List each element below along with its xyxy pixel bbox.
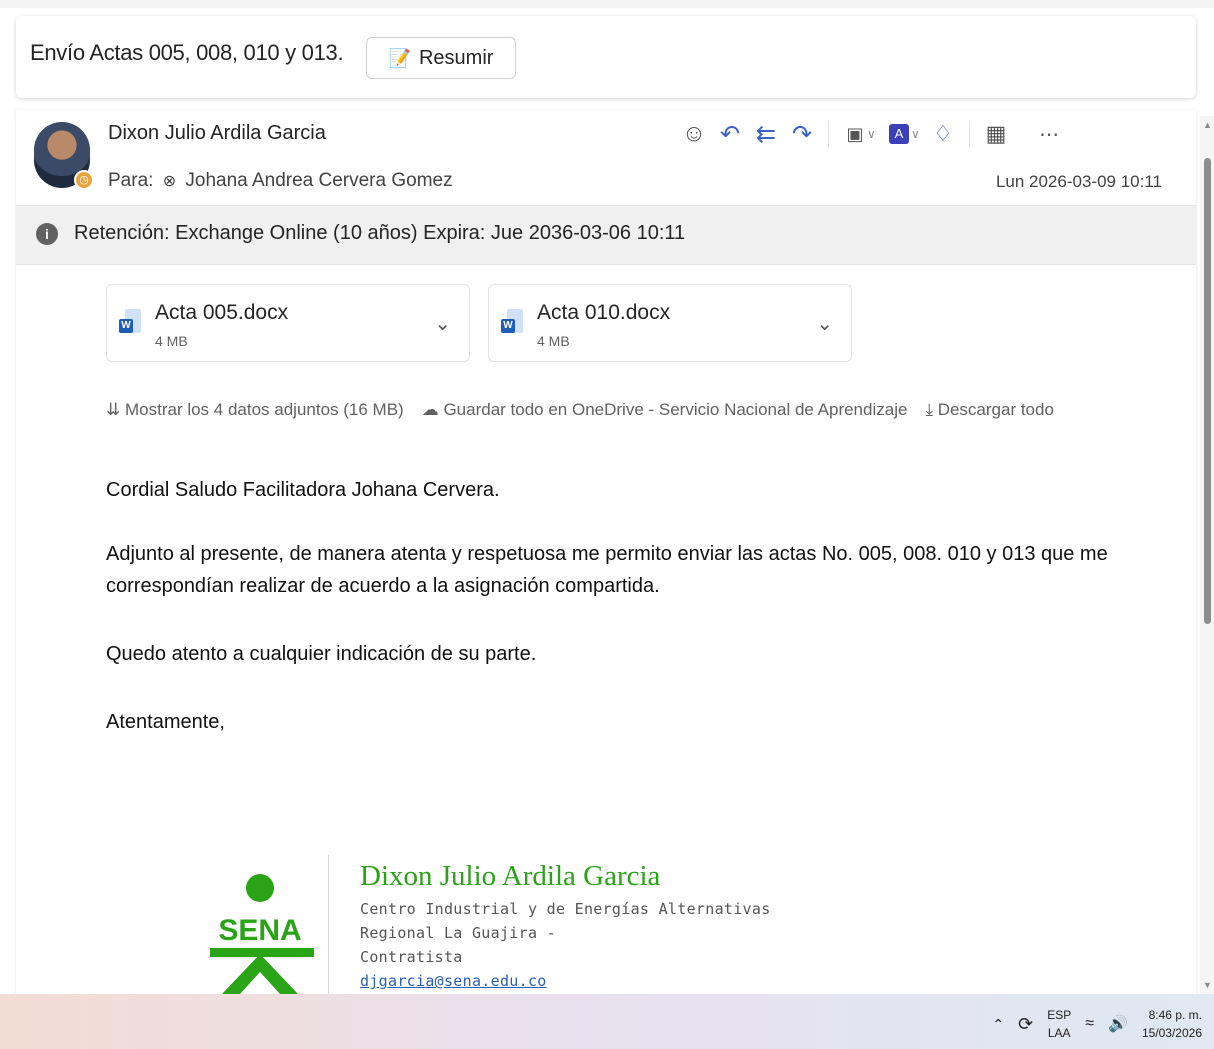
chevron-down-icon[interactable]: ∨ (911, 127, 925, 141)
save-onedrive-label: Guardar todo en OneDrive - Servicio Naci… (443, 400, 908, 419)
message-date: Lun 2026-03-09 10:11 (995, 172, 1162, 191)
chevron-down-icon[interactable]: ⌄ (816, 311, 833, 336)
attachment-actions: ⇊ Mostrar los 4 datos adjuntos (16 MB) ☁… (106, 400, 1054, 420)
system-tray: ⌃ ⟳ ESP LAA ≈ 🔊 8:46 p. m. 15/03/2026 (992, 1006, 1202, 1042)
word-file-icon: W (501, 309, 523, 337)
attachment-size: 4 MB (537, 333, 570, 349)
scrollbar[interactable]: ▲ ▼ (1200, 116, 1214, 994)
taskbar: ⌃ ⟳ ESP LAA ≈ 🔊 8:46 p. m. 15/03/2026 (0, 994, 1214, 1049)
emoji-reaction-icon[interactable]: ☺ (676, 116, 712, 152)
recipient-remove-icon[interactable]: ⊗ (163, 173, 176, 190)
signature-divider (328, 855, 329, 994)
body-sign-off: Atentamente, (106, 711, 225, 733)
retention-banner: i Retención: Exchange Online (10 años) E… (16, 205, 1196, 265)
double-chevron-down-icon: ⇊ (106, 400, 121, 419)
toolbar-divider (828, 121, 829, 147)
loop-icon[interactable]: ♢ (925, 116, 961, 152)
body-greeting: Cordial Saludo Facilitadora Johana Cerve… (106, 479, 500, 501)
signature-regional: Regional La Guajira - (360, 924, 556, 942)
keyboard-layout: LAA (1047, 1026, 1071, 1040)
status-away-icon: ◷ (74, 170, 94, 190)
to-prefix: Para: (108, 170, 154, 191)
signature-center: Centro Industrial y de Energías Alternat… (360, 900, 771, 918)
forward-icon[interactable]: ↷ (784, 116, 820, 152)
word-file-icon: W (119, 309, 141, 337)
sena-logo-text: SENA (218, 914, 301, 947)
signature-role: Contratista (360, 948, 463, 966)
message-card: ◷ Dixon Julio Ardila Garcia ☺ ↶ ⇇ ↷ ▣ ∨ … (16, 110, 1196, 994)
clock[interactable]: 8:46 p. m. 15/03/2026 (1142, 1006, 1202, 1042)
recipient-line: Para: ⊗ Johana Andrea Cervera Gomez (108, 170, 453, 192)
toolbar-divider (969, 121, 970, 147)
reply-all-icon[interactable]: ⇇ (748, 116, 784, 152)
attachment-card[interactable]: W Acta 005.docx 4 MB ⌄ (106, 284, 470, 362)
volume-icon[interactable]: 🔊 (1108, 1014, 1128, 1034)
attachment-name: Acta 010.docx (537, 301, 671, 324)
windows-update-icon[interactable]: ⟳ (1018, 1014, 1033, 1035)
apps-grid-icon[interactable]: ▦ (978, 116, 1014, 152)
summarize-icon: 📝 (388, 47, 411, 68)
toolbar-divider (1022, 121, 1023, 147)
attachment-size: 4 MB (155, 333, 188, 349)
message-actions-toolbar: ☺ ↶ ⇇ ↷ ▣ ∨ A ∨ ♢ ▦ ⋯ (676, 116, 1067, 152)
download-icon: ⤓ (925, 400, 933, 419)
download-all-link[interactable]: ⤓ Descargar todo (925, 400, 1053, 420)
recipient-name[interactable]: Johana Andrea Cervera Gomez (185, 170, 452, 191)
info-icon: i (36, 223, 58, 245)
save-to-onedrive-link[interactable]: ☁ Guardar todo en OneDrive - Servicio Na… (422, 400, 908, 420)
wifi-icon[interactable]: ≈ (1085, 1015, 1094, 1033)
show-all-attachments-link[interactable]: ⇊ Mostrar los 4 datos adjuntos (16 MB) (106, 400, 404, 420)
scroll-thumb[interactable] (1204, 158, 1211, 624)
chevron-up-icon[interactable]: ⌃ (992, 1016, 1004, 1033)
attachment-name: Acta 005.docx (155, 301, 289, 324)
more-options-icon[interactable]: ⋯ (1031, 116, 1067, 152)
scroll-up-icon[interactable]: ▲ (1203, 120, 1212, 130)
avatar[interactable]: ◷ (34, 122, 94, 190)
body-paragraph: Adjunto al presente, de manera atenta y … (106, 543, 1108, 597)
summarize-label: Resumir (418, 46, 494, 69)
signature-email-link[interactable]: djgarcia@sena.edu.co (360, 972, 547, 990)
sena-logo: SENA (202, 868, 322, 994)
retention-text: Retención: Exchange Online (10 años) Exp… (74, 222, 686, 244)
download-all-label: Descargar todo (937, 400, 1054, 419)
clock-date: 15/03/2026 (1141, 1026, 1202, 1040)
sender-name[interactable]: Dixon Julio Ardila Garcia (108, 122, 326, 145)
chevron-down-icon[interactable]: ∨ (867, 127, 881, 141)
cloud-icon: ☁ (421, 400, 439, 419)
attachment-card[interactable]: W Acta 010.docx 4 MB ⌄ (488, 284, 852, 362)
email-subject: Envío Actas 005, 008, 010 y 013. (30, 40, 344, 65)
reply-icon[interactable]: ↶ (712, 116, 748, 152)
summarize-button[interactable]: 📝 Resumir (366, 37, 516, 79)
subject-header: Envío Actas 005, 008, 010 y 013. 📝 Resum… (16, 16, 1196, 98)
language-indicator[interactable]: ESP LAA (1047, 1006, 1071, 1042)
window-top-strip (0, 0, 1214, 8)
chevron-down-icon[interactable]: ⌄ (434, 311, 451, 336)
show-all-label: Mostrar los 4 datos adjuntos (16 MB) (124, 400, 404, 419)
language-code: ESP (1047, 1008, 1072, 1022)
signature-name: Dixon Julio Ardila Garcia (360, 860, 661, 892)
scroll-down-icon[interactable]: ▼ (1203, 980, 1212, 990)
body-closing-line: Quedo atento a cualquier indicación de s… (106, 643, 537, 665)
clock-time: 8:46 p. m. (1148, 1008, 1202, 1022)
